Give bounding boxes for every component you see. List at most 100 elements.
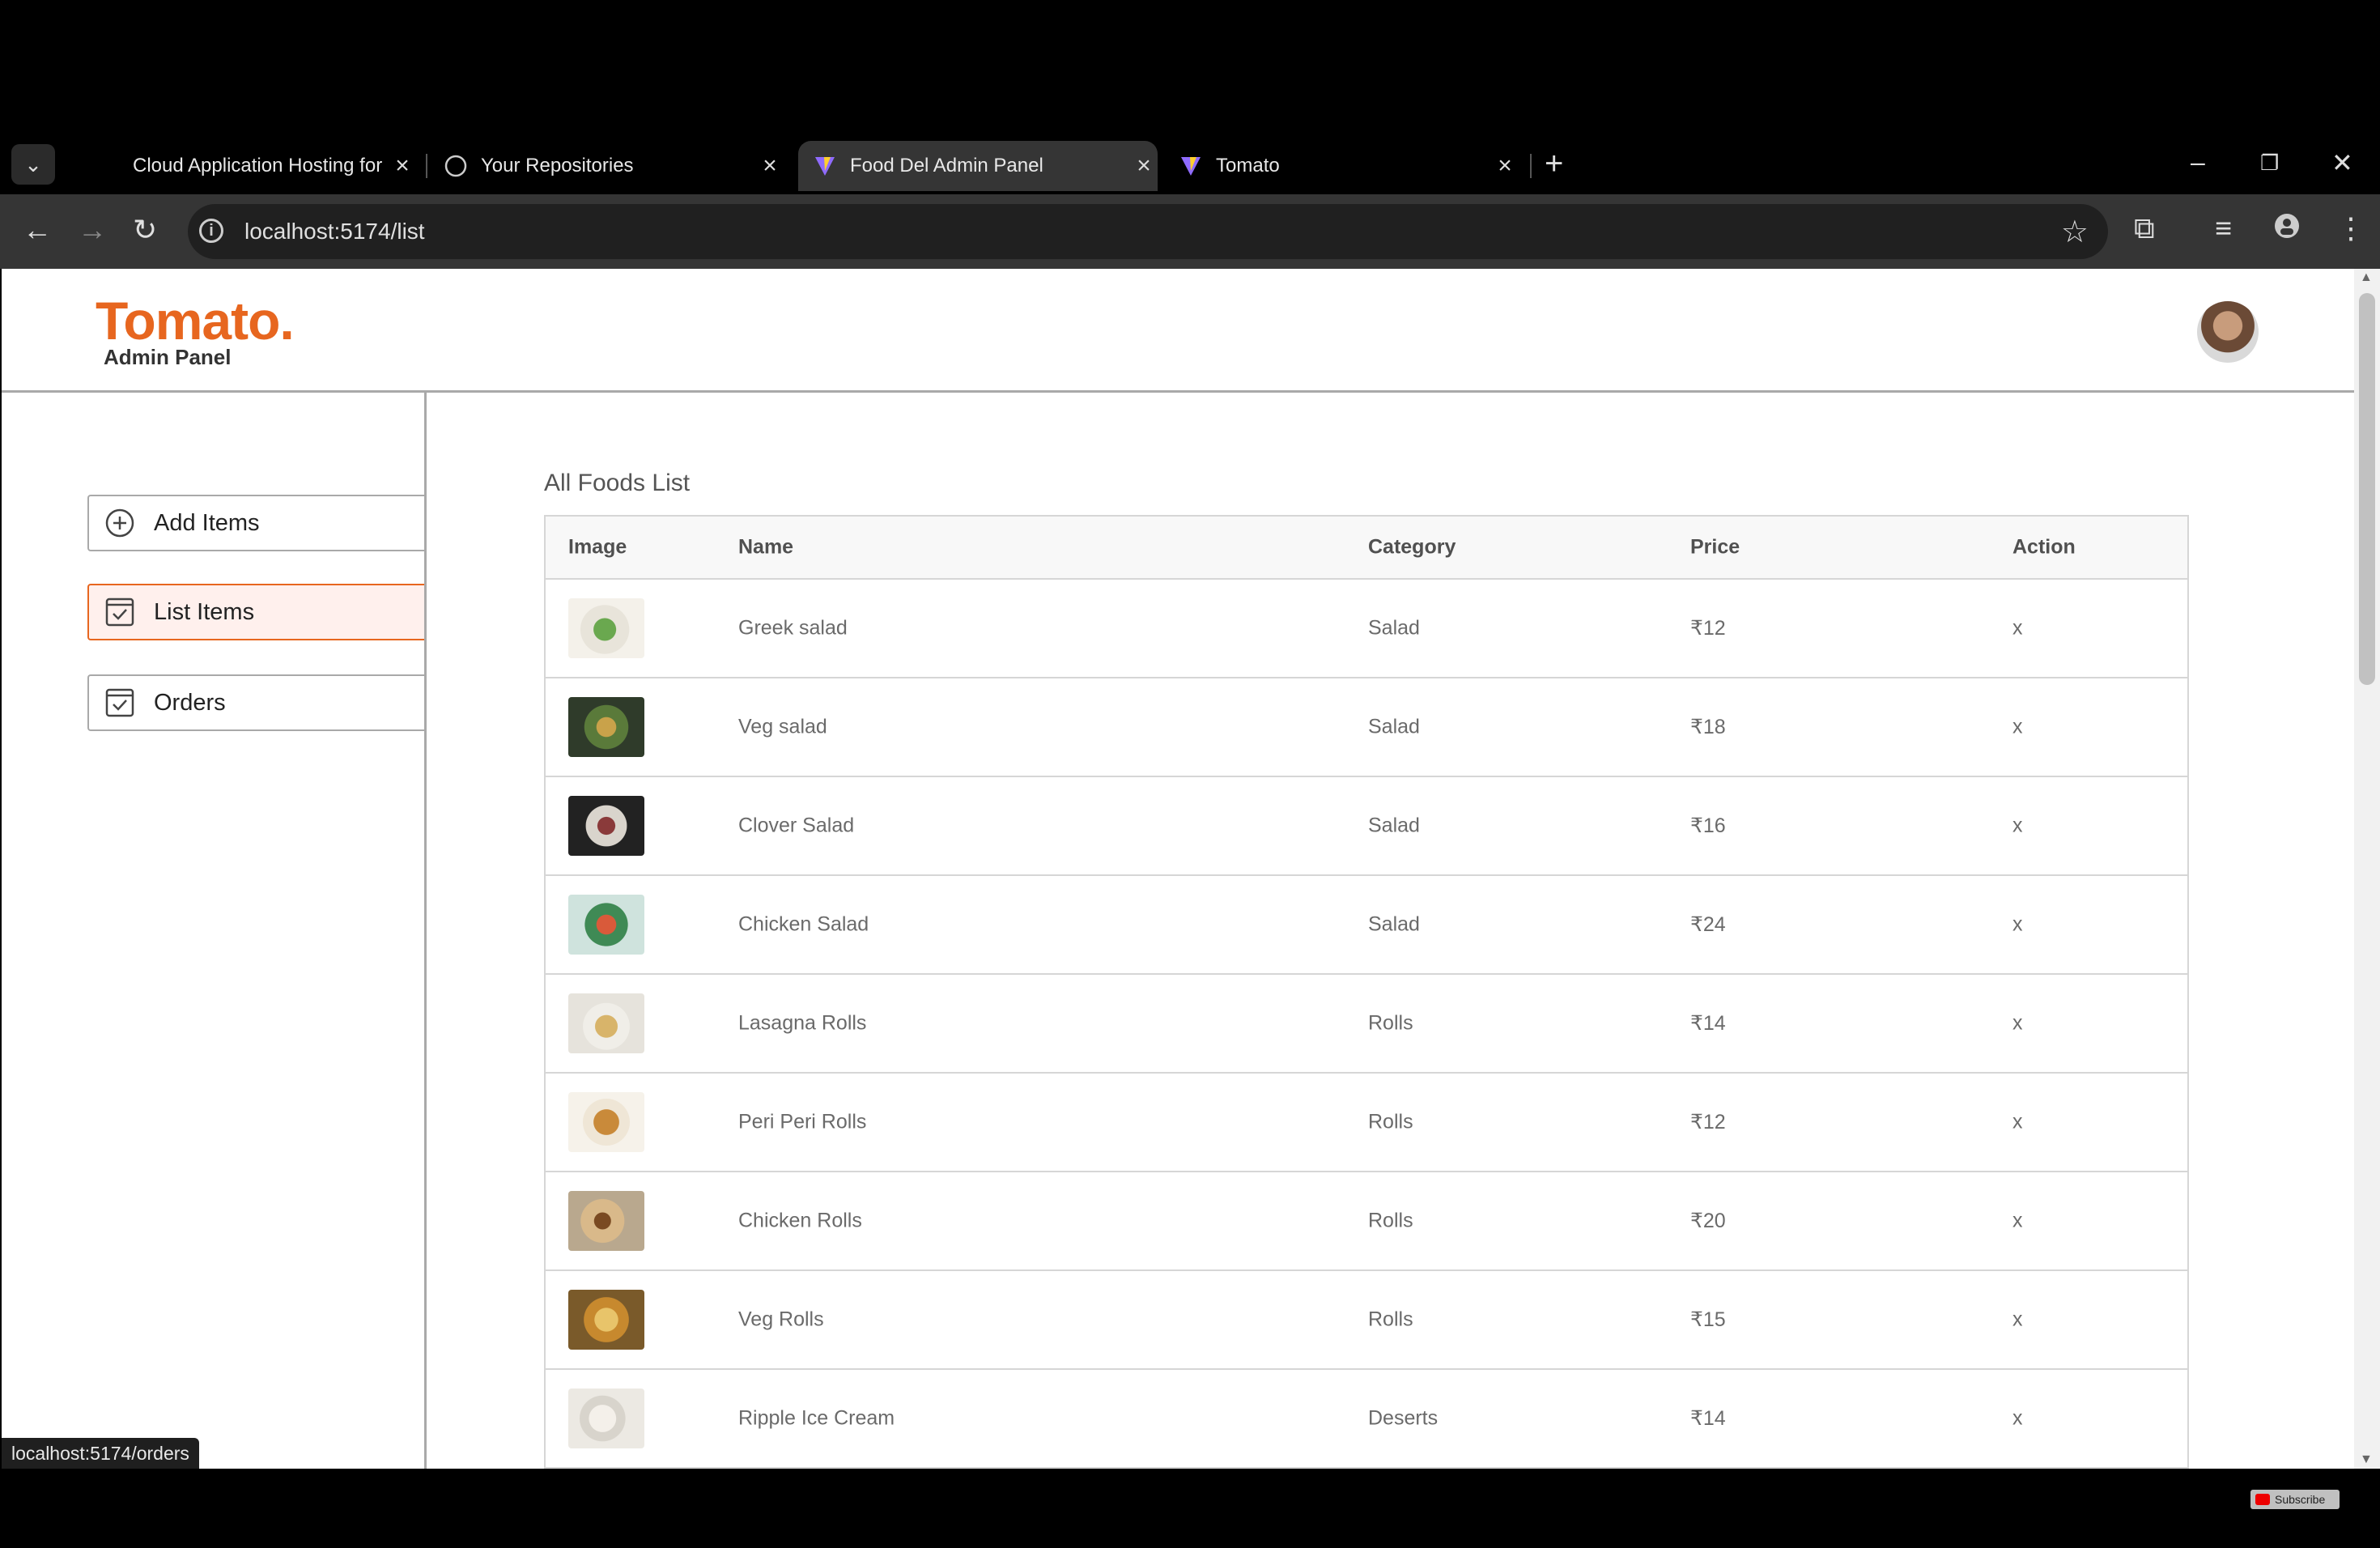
food-price: ₹14 bbox=[1690, 1012, 1726, 1035]
food-category: Rolls bbox=[1368, 1209, 1413, 1232]
food-name: Veg Rolls bbox=[738, 1308, 824, 1331]
url-text[interactable]: localhost:5174/list bbox=[244, 219, 425, 245]
food-price: ₹14 bbox=[1690, 1407, 1726, 1430]
close-tab-icon[interactable]: × bbox=[1130, 152, 1158, 180]
tab-food-del-admin[interactable]: Food Del Admin Panel × bbox=[798, 141, 1158, 191]
minimize-icon[interactable]: – bbox=[2191, 147, 2205, 177]
food-category: Rolls bbox=[1368, 1011, 1413, 1035]
scroll-up-icon[interactable]: ▲ bbox=[2360, 270, 2373, 285]
remove-item-button[interactable]: x bbox=[2012, 617, 2023, 640]
media-controls-icon[interactable]: ≡ bbox=[2215, 212, 2232, 245]
forward-icon[interactable]: → bbox=[78, 214, 107, 246]
remove-item-button[interactable]: x bbox=[2012, 814, 2023, 838]
close-tab-icon[interactable]: × bbox=[389, 152, 416, 180]
food-name: Clover Salad bbox=[738, 814, 855, 837]
scroll-down-icon[interactable]: ▼ bbox=[2360, 1452, 2373, 1467]
sidebar-item-label: Add Items bbox=[154, 509, 260, 536]
new-tab-icon[interactable]: + bbox=[1545, 147, 1563, 180]
food-thumbnail bbox=[568, 1389, 644, 1448]
food-price: ₹12 bbox=[1690, 1111, 1726, 1133]
table-row: Greek salad Salad ₹12 x bbox=[544, 580, 2189, 678]
remove-item-button[interactable]: x bbox=[2012, 1111, 2023, 1134]
subscribe-badge[interactable]: Subscribe bbox=[2250, 1490, 2340, 1509]
bookmark-star-icon[interactable]: ☆ bbox=[2061, 214, 2089, 250]
menu-kebab-icon[interactable]: ⋮ bbox=[2336, 212, 2365, 245]
browser-toolbar: ← → ↻ i localhost:5174/list ☆ ⧉ ≡ ⋮ bbox=[0, 194, 2380, 269]
address-bar[interactable]: i localhost:5174/list ☆ bbox=[188, 204, 2108, 259]
food-name: Veg salad bbox=[738, 715, 827, 738]
tab-search-button[interactable]: ⌄ bbox=[11, 144, 55, 185]
table-row: Chicken Salad Salad ₹24 x bbox=[544, 876, 2189, 975]
logo-subtitle: Admin Panel bbox=[104, 345, 232, 369]
tab-separator bbox=[426, 154, 427, 178]
remove-item-button[interactable]: x bbox=[2012, 1210, 2023, 1233]
table-row: Clover Salad Salad ₹16 x bbox=[544, 777, 2189, 876]
scroll-thumb[interactable] bbox=[2359, 293, 2375, 685]
food-category: Deserts bbox=[1368, 1406, 1439, 1430]
remove-item-button[interactable]: x bbox=[2012, 913, 2023, 937]
admin-header: Tomato. Admin Panel bbox=[2, 269, 2354, 393]
checkbox-icon bbox=[105, 598, 134, 627]
food-price: ₹24 bbox=[1690, 913, 1726, 936]
table-row: Chicken Rolls Rolls ₹20 x bbox=[544, 1172, 2189, 1271]
food-list-table: Image Name Category Price Action Greek s… bbox=[544, 515, 2189, 1469]
food-thumbnail bbox=[568, 598, 644, 658]
food-thumbnail bbox=[568, 796, 644, 856]
sidebar-item-label: Orders bbox=[154, 689, 226, 716]
food-thumbnail bbox=[568, 697, 644, 757]
restore-icon[interactable]: ❐ bbox=[2260, 151, 2279, 176]
food-name: Chicken Salad bbox=[738, 912, 869, 936]
remove-item-button[interactable]: x bbox=[2012, 716, 2023, 739]
remove-item-button[interactable]: x bbox=[2012, 1012, 2023, 1036]
table-row: Lasagna Rolls Rolls ₹14 x bbox=[544, 975, 2189, 1074]
checkbox-icon bbox=[105, 688, 134, 717]
food-category: Salad bbox=[1368, 814, 1420, 837]
food-category: Rolls bbox=[1368, 1308, 1413, 1331]
food-thumbnail bbox=[568, 1191, 644, 1251]
back-icon[interactable]: ← bbox=[23, 214, 52, 246]
sidebar-item-orders[interactable]: Orders bbox=[87, 674, 424, 731]
avatar[interactable] bbox=[2197, 301, 2259, 363]
vite-icon bbox=[813, 154, 837, 178]
column-header-category: Category bbox=[1368, 535, 1456, 559]
tab-strip: ⌄ Cloud Application Hosting for D × Your… bbox=[0, 138, 2380, 194]
table-row: Peri Peri Rolls Rolls ₹12 x bbox=[544, 1074, 2189, 1172]
sidebar-item-label: List Items bbox=[154, 598, 255, 625]
food-category: Salad bbox=[1368, 912, 1420, 936]
github-icon bbox=[444, 154, 468, 178]
reload-icon[interactable]: ↻ bbox=[133, 214, 157, 246]
remove-item-button[interactable]: x bbox=[2012, 1308, 2023, 1332]
food-name: Chicken Rolls bbox=[738, 1209, 862, 1232]
page-content: Tomato. Admin Panel Add Items List Items… bbox=[2, 269, 2380, 1469]
food-price: ₹18 bbox=[1690, 716, 1726, 738]
table-row: Veg salad Salad ₹18 x bbox=[544, 678, 2189, 777]
page-scrollbar[interactable]: ▲ ▼ bbox=[2354, 269, 2380, 1469]
sidebar-item-list-items[interactable]: List Items bbox=[87, 584, 424, 640]
sidebar-item-add-items[interactable]: Add Items bbox=[87, 495, 424, 551]
close-tab-icon[interactable]: × bbox=[756, 152, 784, 180]
link-status-bar: localhost:5174/orders bbox=[2, 1438, 199, 1469]
sidebar: Add Items List Items Orders bbox=[2, 393, 427, 1469]
food-price: ₹16 bbox=[1690, 814, 1726, 837]
logo: Tomato. bbox=[96, 291, 295, 351]
close-window-icon[interactable]: ✕ bbox=[2331, 147, 2353, 178]
site-info-icon[interactable]: i bbox=[199, 219, 223, 243]
extensions-icon[interactable]: ⧉ bbox=[2134, 212, 2155, 245]
food-name: Lasagna Rolls bbox=[738, 1011, 867, 1035]
food-category: Salad bbox=[1368, 616, 1420, 640]
food-price: ₹20 bbox=[1690, 1210, 1726, 1232]
subscribe-label: Subscribe bbox=[2275, 1493, 2326, 1506]
food-category: Rolls bbox=[1368, 1110, 1413, 1133]
close-tab-icon[interactable]: × bbox=[1491, 152, 1519, 180]
column-header-action: Action bbox=[2012, 535, 2076, 559]
food-thumbnail bbox=[568, 895, 644, 955]
tab-your-repositories[interactable]: Your Repositories × bbox=[444, 141, 784, 191]
tab-cloud-hosting[interactable]: Cloud Application Hosting for D × bbox=[96, 141, 416, 191]
cloud-icon bbox=[96, 154, 120, 178]
table-header-row: Image Name Category Price Action bbox=[544, 515, 2189, 580]
table-row: Ripple Ice Cream Deserts ₹14 x bbox=[544, 1370, 2189, 1469]
profile-icon[interactable] bbox=[2273, 212, 2301, 246]
tab-separator bbox=[1530, 154, 1532, 178]
tab-tomato[interactable]: Tomato × bbox=[1179, 141, 1519, 191]
remove-item-button[interactable]: x bbox=[2012, 1407, 2023, 1431]
